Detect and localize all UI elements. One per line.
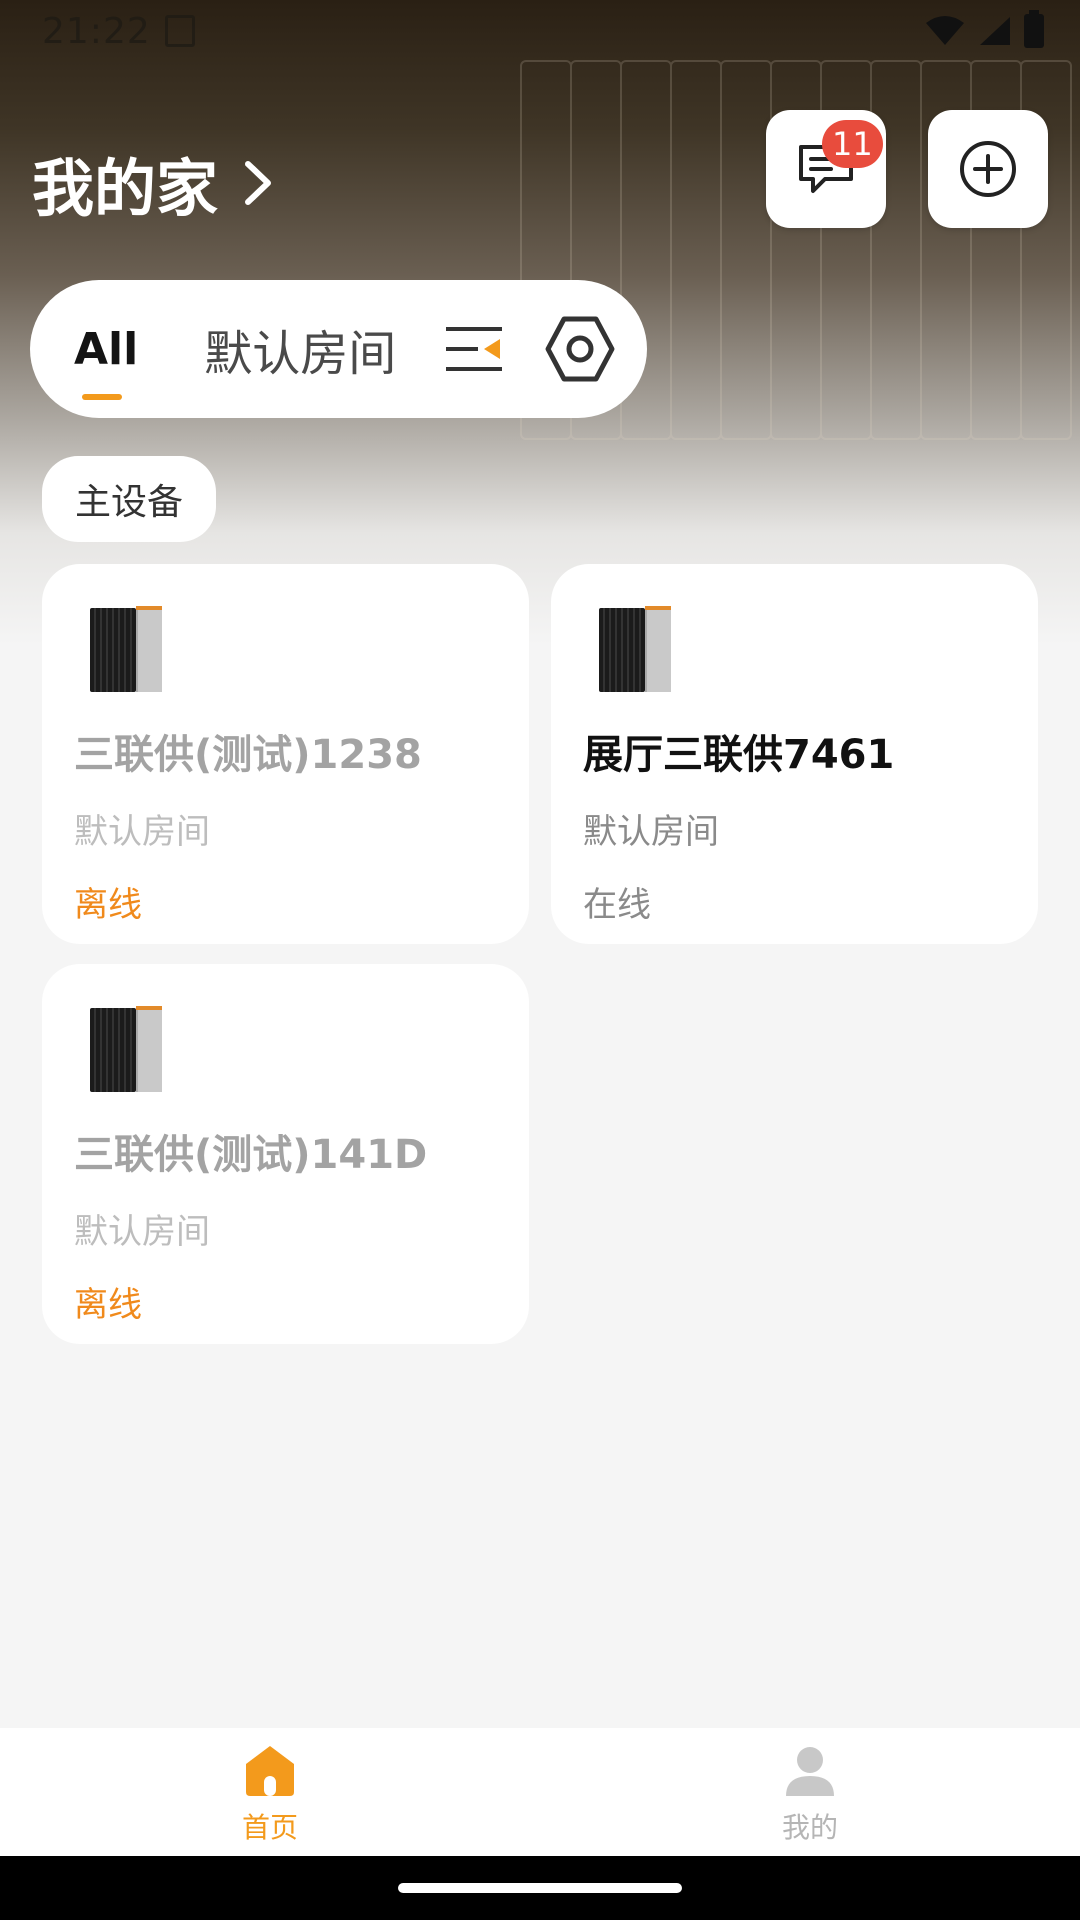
- wifi-icon: [926, 16, 964, 45]
- nav-home[interactable]: 首页: [0, 1728, 540, 1856]
- device-room: 默认房间: [74, 812, 210, 852]
- settings-icon[interactable]: [544, 315, 616, 383]
- unread-badge: 11: [822, 120, 883, 168]
- tab-all-label: All: [74, 323, 139, 375]
- home-icon: [246, 1746, 294, 1796]
- active-tab-indicator: [82, 393, 122, 400]
- battery-icon: [1024, 10, 1044, 48]
- device-room: 默认房间: [583, 812, 719, 852]
- gesture-handle[interactable]: [398, 1883, 682, 1893]
- nav-home-label: 首页: [241, 1811, 298, 1844]
- device-image: [90, 600, 162, 692]
- plus-circle-icon: [960, 141, 1016, 197]
- device-name: 三联供(测试)141D: [74, 1132, 428, 1178]
- chevron-right-icon: [245, 161, 272, 205]
- device-card[interactable]: 三联供(测试)1238 默认房间 离线: [42, 564, 529, 944]
- system-gesture-bar: [0, 1856, 1080, 1920]
- tab-default-room[interactable]: 默认房间: [204, 314, 396, 384]
- status-time: 21:22: [42, 10, 151, 52]
- home-selector[interactable]: 我的家: [32, 138, 278, 228]
- sort-rooms-icon[interactable]: [444, 321, 504, 377]
- device-room: 默认房间: [74, 1212, 210, 1252]
- device-status: 离线: [74, 1285, 142, 1325]
- device-name: 三联供(测试)1238: [74, 732, 422, 778]
- nav-mine[interactable]: 我的: [540, 1728, 1080, 1856]
- device-status: 在线: [583, 885, 651, 925]
- sim-card-icon: [164, 15, 195, 47]
- room-tabs: All 默认房间: [30, 280, 647, 418]
- page-title: 我的家: [32, 152, 219, 225]
- bottom-nav: 首页 我的: [0, 1728, 1080, 1856]
- messages-button[interactable]: 11: [766, 110, 886, 228]
- device-card[interactable]: 展厅三联供7461 默认房间 在线: [551, 564, 1038, 944]
- user-icon: [786, 1747, 834, 1796]
- status-bar: 21:22: [0, 0, 1080, 62]
- tab-all[interactable]: All: [74, 323, 139, 400]
- device-status: 离线: [74, 885, 142, 925]
- nav-mine-label: 我的: [781, 1811, 838, 1844]
- signal-icon: [980, 17, 1010, 45]
- main-device-filter[interactable]: 主设备: [42, 456, 216, 542]
- device-card[interactable]: 三联供(测试)141D 默认房间 离线: [42, 964, 529, 1344]
- device-name: 展厅三联供7461: [583, 732, 895, 778]
- device-image: [90, 1000, 162, 1092]
- device-image: [599, 600, 671, 692]
- add-device-button[interactable]: [928, 110, 1048, 228]
